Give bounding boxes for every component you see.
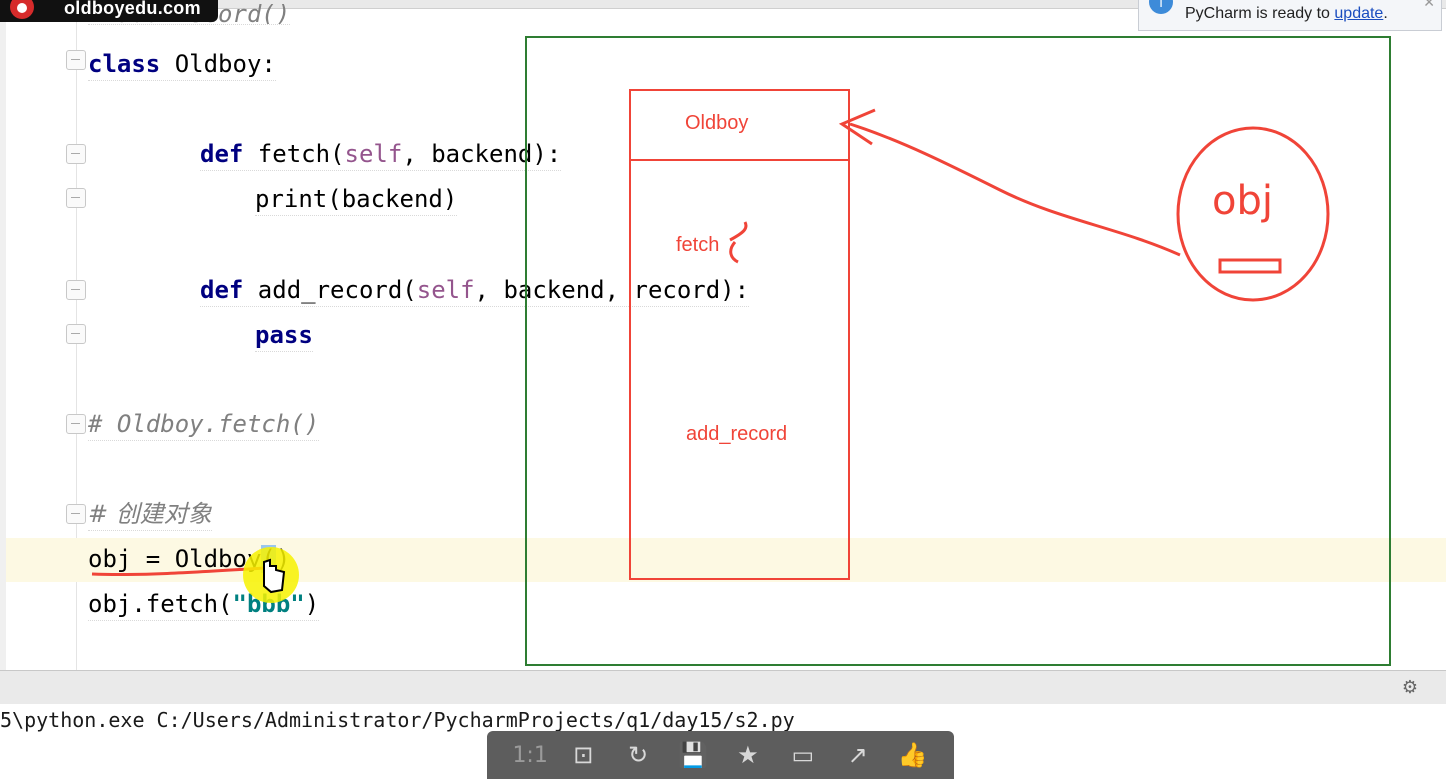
class-name: Oldboy: <box>160 50 276 78</box>
fold-marker-fetch[interactable] <box>66 144 86 164</box>
fold-marker-add-record-end[interactable] <box>66 324 86 344</box>
update-link[interactable]: update <box>1334 5 1383 22</box>
code-line-obj-call: obj.fetch("bbb") <box>88 588 320 621</box>
self-param-2: self <box>416 276 475 304</box>
tool-window-header: ⚙ <box>0 670 1446 705</box>
update-notification[interactable]: i PyCharm is ready to update. ✕ <box>1138 0 1442 31</box>
class-diagram-box <box>629 89 850 580</box>
diagram-instance-label: obj <box>1212 178 1273 224</box>
fold-marker-fetch-end[interactable] <box>66 188 86 208</box>
open-paren-highlight: ( <box>261 545 276 573</box>
notification-suffix: . <box>1383 5 1388 22</box>
fold-marker-comment-2[interactable] <box>66 504 86 524</box>
bookmark-icon[interactable]: ★ <box>732 741 764 769</box>
notification-message: PyCharm is ready to <box>1185 5 1335 22</box>
code-line-def-fetch: def fetch(self, backend): <box>200 138 562 171</box>
info-icon: i <box>1149 0 1173 14</box>
watermark-logo: oldboyedu.com <box>0 0 218 22</box>
watermark-text: oldboyedu.com <box>64 0 201 18</box>
code-line-comment-create: # 创建对象 <box>88 498 212 531</box>
fold-marker-class[interactable] <box>66 50 86 70</box>
close-paren: ) <box>275 545 291 573</box>
code-line-pass: pass <box>255 319 313 352</box>
run-output-line: 5\python.exe C:/Users/Administrator/Pych… <box>0 708 795 732</box>
keyword-class: class <box>88 50 161 78</box>
obj-assign-text: obj = Oldboy <box>88 545 262 573</box>
actual-size-icon[interactable]: 1:1 <box>512 743 547 768</box>
class-diagram-divider <box>631 159 849 161</box>
code-line-comment-fetch: # Oldboy.fetch() <box>88 408 320 441</box>
diagram-method-fetch: fetch <box>676 234 720 256</box>
code-line-obj-assign: obj = Oldboy() <box>88 543 290 575</box>
oldboy-logo-icon <box>10 0 34 19</box>
notification-text: PyCharm is ready to update. <box>1185 5 1388 23</box>
gear-icon[interactable]: ⚙ <box>1402 677 1418 698</box>
keyword-def: def <box>200 140 244 168</box>
tablet-icon[interactable]: ▭ <box>787 741 819 769</box>
close-icon[interactable]: ✕ <box>1423 0 1435 11</box>
thumbs-up-icon[interactable]: 👍 <box>897 741 929 769</box>
diagram-method-add-record: add_record <box>686 423 788 445</box>
video-player-toolbar: 1:1 ⊡ ↻ 💾 ★ ▭ ↗ 👍 <box>487 731 954 779</box>
fold-marker-comment[interactable] <box>66 414 86 434</box>
fit-screen-icon[interactable]: ⊡ <box>567 741 599 769</box>
fetch-name: fetch( <box>243 140 345 168</box>
obj-call-text: obj.fetch( <box>88 590 233 618</box>
fold-marker-add-record[interactable] <box>66 280 86 300</box>
save-icon[interactable]: 💾 <box>677 741 709 769</box>
string-literal: "bbb" <box>232 590 305 618</box>
add-record-name: add_record( <box>243 276 417 304</box>
code-line-class-decl: class Oldboy: <box>88 48 276 81</box>
code-line-print: print(backend) <box>255 183 458 216</box>
share-icon[interactable]: ↗ <box>842 741 874 769</box>
rotate-icon[interactable]: ↻ <box>622 741 654 769</box>
keyword-def-2: def <box>200 276 244 304</box>
self-param: self <box>344 140 403 168</box>
obj-call-close: ) <box>304 590 320 618</box>
diagram-class-label: Oldboy <box>685 112 749 134</box>
